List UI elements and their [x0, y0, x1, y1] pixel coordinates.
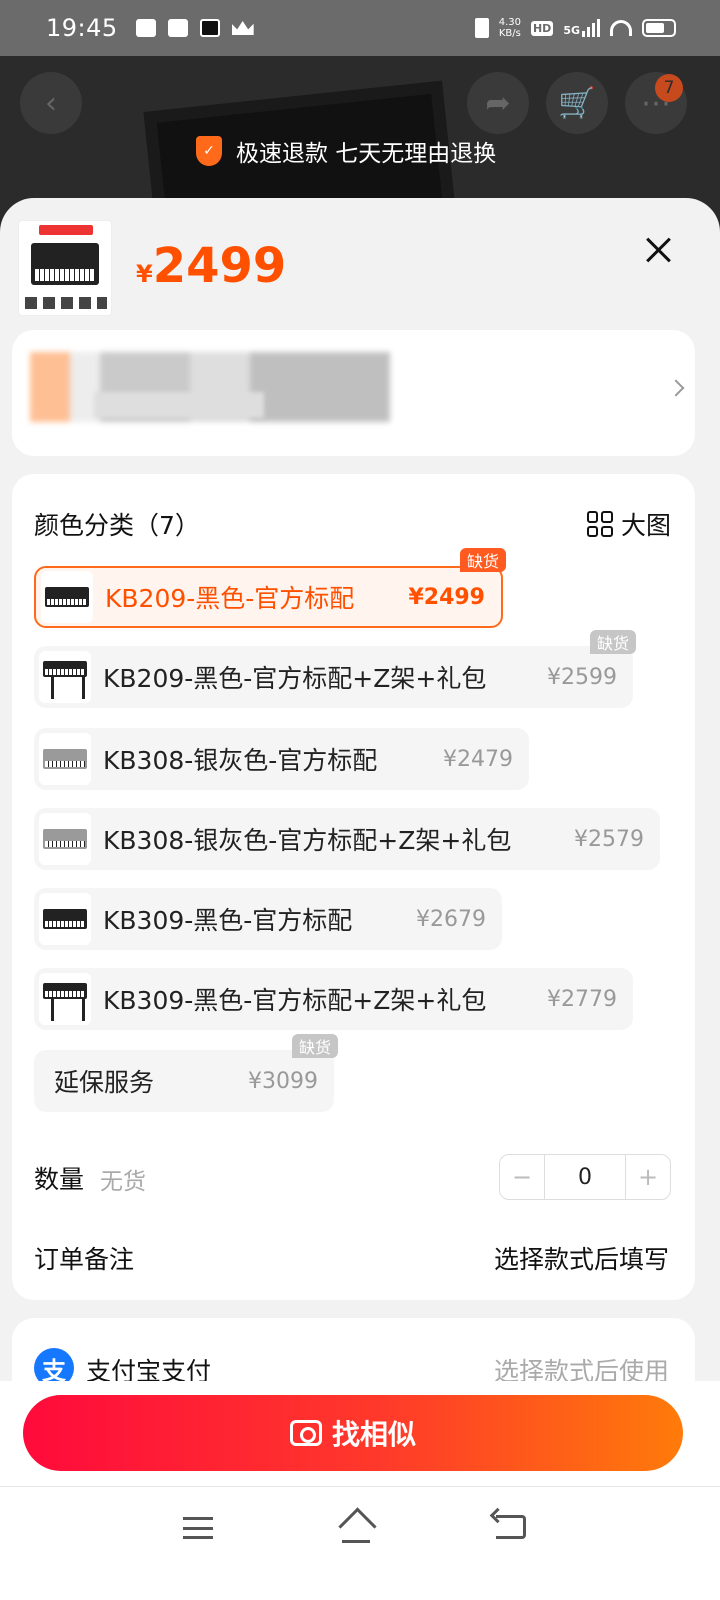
status-bar: 19:45 4.30 KB/s HD 5G: [0, 0, 720, 56]
status-time: 19:45: [46, 14, 118, 42]
out-of-stock-badge: 缺货: [460, 548, 507, 572]
hd-icon: HD: [530, 20, 554, 36]
shield-check-icon: ✓: [196, 136, 222, 166]
option-thumbnail: [39, 813, 91, 865]
menu-icon[interactable]: [183, 1517, 213, 1539]
system-indicators: 4.30 KB/s HD 5G: [474, 17, 676, 39]
vibrate-icon: [474, 18, 489, 38]
notification-icons: [135, 19, 254, 37]
quantity-stepper: − 0 +: [499, 1154, 671, 1200]
quantity-label: 数量: [34, 1165, 85, 1194]
out-of-stock-badge: 缺货: [590, 630, 637, 654]
sku-option[interactable]: KB209-黑色-官方标配 ¥2499: [34, 566, 503, 628]
sku-option[interactable]: 延保服务 ¥3099: [34, 1050, 334, 1112]
cart-icon: 🛒: [558, 85, 596, 121]
more-button[interactable]: ⋯ 7: [625, 72, 687, 134]
net-speed: 4.30 KB/s: [498, 17, 521, 39]
book-icon: [135, 19, 156, 37]
product-page-background: ‹ ➦ 🛒 ⋯ 7 ✓ 极速退款 七天无理由退换: [0, 56, 720, 252]
find-similar-button[interactable]: 找相似: [23, 1395, 683, 1471]
sku-card: 颜色分类（7） 大图 KB209-黑色-官方标配 ¥2499 缺货 KB209-…: [12, 474, 695, 1300]
sku-option[interactable]: KB309-黑色-官方标配+Z架+礼包 ¥2779: [34, 968, 633, 1030]
out-of-stock-badge: 缺货: [292, 1034, 339, 1058]
chevron-left-icon: ‹: [45, 85, 57, 121]
wifi-icon: [610, 20, 632, 36]
back-button[interactable]: ‹: [20, 72, 82, 134]
signal-indicator: 5G: [563, 19, 600, 37]
option-thumbnail: [39, 973, 91, 1025]
camera-icon: [289, 1420, 322, 1446]
home-icon[interactable]: [338, 1511, 374, 1543]
crown-icon: [231, 21, 254, 35]
tiktok-icon: [199, 19, 220, 37]
wallet-icon: [167, 19, 188, 37]
product-thumbnail[interactable]: [18, 220, 112, 316]
cart-button[interactable]: 🛒: [546, 72, 608, 134]
selected-price: ¥2499: [136, 238, 287, 294]
sku-sheet: ¥2499 颜色分类（7） 大图 KB209-黑色-官方标配 ¥2499 缺货 …: [0, 198, 720, 1486]
battery-icon: [642, 19, 676, 37]
sku-option[interactable]: KB308-银灰色-官方标配+Z架+礼包 ¥2579: [34, 808, 660, 870]
service-guarantee: ✓ 极速退款 七天无理由退换: [196, 134, 496, 168]
option-thumbnail: [39, 893, 91, 945]
order-note-label: 订单备注: [34, 1245, 135, 1274]
option-thumbnail: [39, 651, 91, 703]
option-thumbnail: [39, 733, 91, 785]
chevron-right-icon: [667, 379, 685, 397]
grid-icon: [586, 511, 613, 537]
share-button[interactable]: ➦: [467, 72, 529, 134]
stock-status: 无货: [100, 1169, 146, 1195]
big-view-button[interactable]: 大图: [586, 506, 671, 542]
quantity-input[interactable]: 0: [544, 1155, 626, 1199]
option-thumbnail: [41, 571, 93, 623]
signal-icon: [582, 19, 600, 37]
address-card[interactable]: [12, 330, 695, 456]
back-icon[interactable]: [496, 1515, 526, 1539]
increase-button[interactable]: +: [626, 1155, 670, 1199]
notification-badge: 7: [655, 74, 683, 102]
color-category-title: 颜色分类（7）: [34, 511, 200, 540]
sku-option[interactable]: KB308-银灰色-官方标配 ¥2479: [34, 728, 529, 790]
decrease-button[interactable]: −: [500, 1155, 544, 1199]
close-icon[interactable]: [640, 232, 676, 268]
action-bar: 找相似: [0, 1381, 720, 1486]
share-icon: ➦: [485, 85, 511, 121]
system-nav-bar: [0, 1486, 720, 1600]
sku-option[interactable]: KB309-黑色-官方标配 ¥2679: [34, 888, 502, 950]
sku-option[interactable]: KB209-黑色-官方标配+Z架+礼包 ¥2599: [34, 646, 633, 708]
order-note-field[interactable]: 选择款式后填写: [494, 1240, 669, 1276]
